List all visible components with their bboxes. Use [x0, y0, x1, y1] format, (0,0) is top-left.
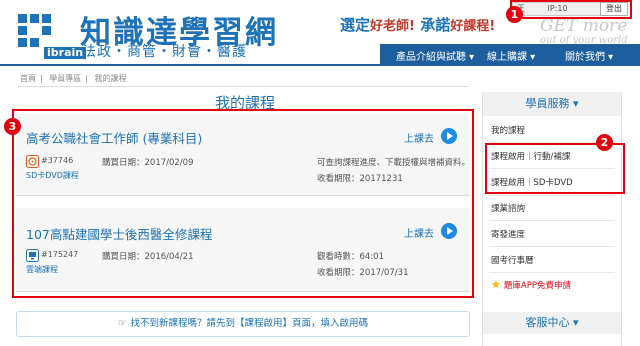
help-text[interactable]: 找不到新課程嗎？請先到【課程啟用】頁面，填入啟用碼: [131, 318, 369, 329]
pointing-hand-icon: ☞: [117, 318, 127, 329]
sidebar-item-exam-calendar[interactable]: 國考行事曆: [491, 254, 534, 266]
star-icon: ★: [491, 278, 501, 291]
annotation-box-1: [510, 0, 632, 19]
nav-products[interactable]: 產品介紹與試聽 ▾: [396, 48, 474, 63]
sidebar-divider: [489, 272, 615, 273]
nav-buy-online[interactable]: 線上購課 ▾: [487, 48, 535, 63]
annotation-badge-2: 2: [596, 134, 613, 151]
annotation-badge-1: 1: [506, 6, 523, 23]
sidebar-divider: [489, 246, 615, 247]
annotation-box-3: [12, 109, 474, 298]
slogan-a-small: 好老師!: [370, 19, 415, 34]
help-bar[interactable]: ☞ 找不到新課程嗎？請先到【課程啟用】頁面，填入啟用碼: [16, 311, 470, 337]
slogan-b-small: 好課程!: [450, 19, 496, 34]
slogan: 選定好老師! 承諾好課程!: [340, 14, 495, 35]
sidebar-divider: [489, 195, 615, 196]
sidebar-item-my-courses[interactable]: 我的課程: [491, 124, 525, 136]
sidebar: 學員服務 ▾ 我的課程 課程啟用｜行動/補課 課程啟用｜SD卡DVD 課業諮詢 …: [482, 92, 622, 346]
sidebar-item-app[interactable]: ★ 題庫APP免費申請: [491, 278, 571, 291]
nav-about[interactable]: 關於我們 ▾: [565, 48, 613, 63]
sidebar-item-app-label[interactable]: 題庫APP免費申請: [504, 281, 571, 291]
slogan-a: 選定: [340, 16, 371, 34]
breadcrumb: 首頁 | 學員專區 | 我的課程: [20, 74, 127, 83]
breadcrumb-current: 我的課程: [94, 74, 127, 83]
breadcrumb-member[interactable]: 學員專區: [49, 74, 81, 83]
sidebar-item-shipping[interactable]: 寄發進度: [491, 228, 525, 240]
get-more-logo: GET more out of your world: [540, 16, 628, 46]
divider: [18, 86, 468, 87]
main-nav: 產品介紹與試聽 ▾ 線上購課 ▾ 關於我們 ▾: [0, 44, 640, 66]
slogan-b: 承諾: [420, 16, 451, 34]
get-more-text: GET more: [540, 16, 628, 36]
sidebar-item-consult[interactable]: 課業諮詢: [491, 202, 525, 214]
annotation-badge-3: 3: [4, 118, 21, 135]
customer-service-header[interactable]: 客服中心 ▾: [483, 312, 621, 334]
breadcrumb-home[interactable]: 首頁: [20, 74, 36, 83]
sidebar-header[interactable]: 學員服務 ▾: [483, 92, 621, 116]
sidebar-divider: [489, 220, 615, 221]
